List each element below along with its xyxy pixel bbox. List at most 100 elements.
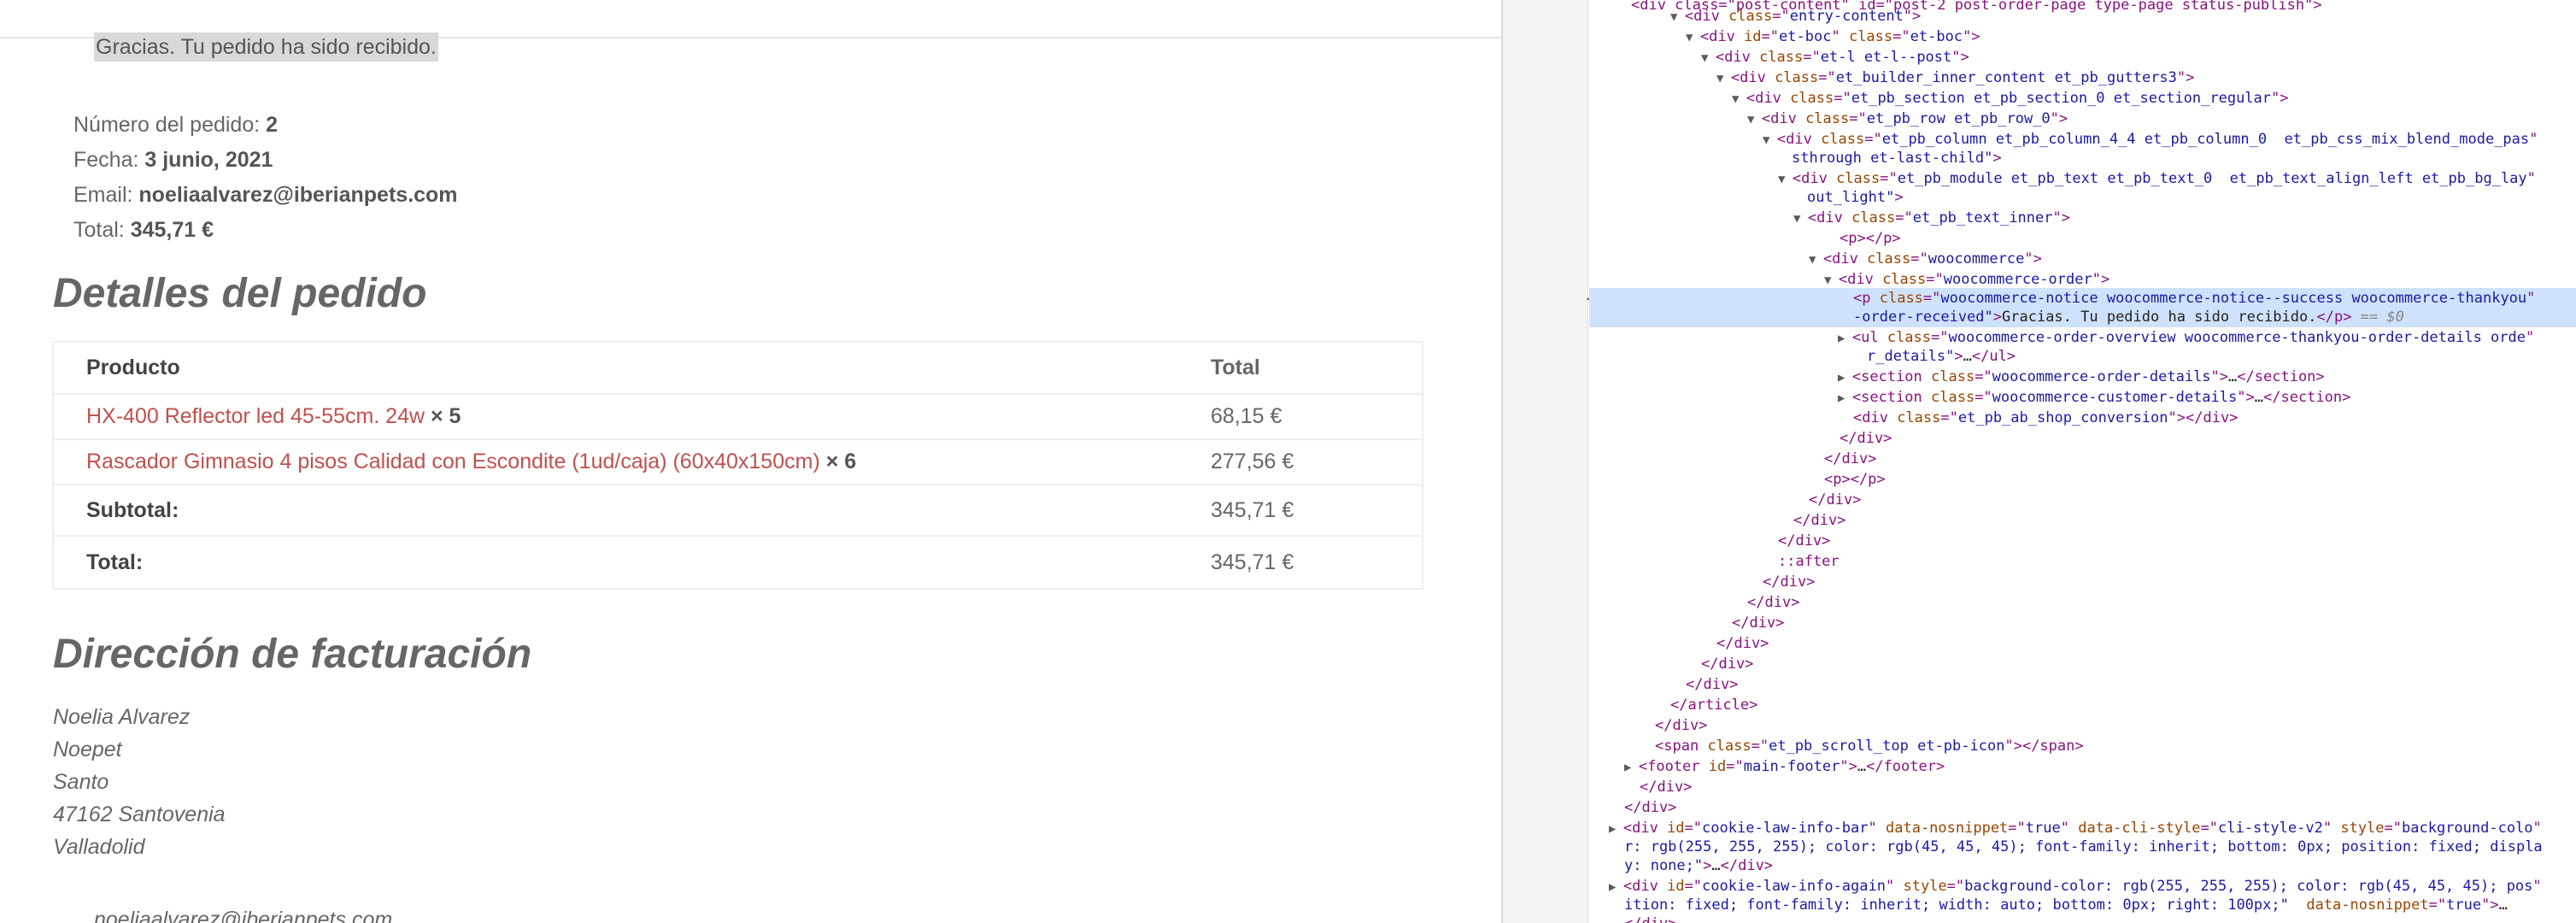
attr-quote: " [2271, 90, 2280, 107]
product-link[interactable]: Rascador Gimnasio 4 pisos Calidad con Es… [86, 450, 820, 473]
selected-dom-node[interactable]: -order-received">Gracias. Tu pedido ha s… [1589, 307, 2576, 327]
collapse-triangle-icon[interactable]: ▼ [1716, 72, 1731, 85]
dom-node-line[interactable]: ▼ <div class="et_builder_inner_content e… [1716, 68, 2194, 88]
expand-triangle-icon[interactable]: ▶ [1838, 391, 1852, 405]
dom-node-line[interactable]: </div> [1640, 777, 1692, 797]
selected-node-marker: == $0 [2351, 309, 2404, 326]
expand-triangle-icon[interactable]: ▶ [1624, 761, 1639, 774]
dom-tag: </div> [1686, 676, 1739, 693]
attr-name: class [1707, 738, 1752, 755]
attr-equals: =" [1864, 131, 1882, 148]
tag-open: <div [1730, 69, 1766, 86]
expand-triangle-icon[interactable]: ▶ [1838, 371, 1852, 385]
dom-node-line[interactable]: </div> [1655, 715, 1707, 736]
attr-name: class [1851, 209, 1896, 226]
selected-dom-node[interactable]: <p class="woocommerce-notice woocommerce… [1589, 288, 2576, 309]
dom-node-line[interactable]: ▼ <div id="et-boc" class="et-boc"> [1686, 26, 1980, 47]
attr-value: woocommerce [1928, 250, 2025, 267]
attr-value-cont: y: none;" [1624, 857, 1704, 874]
dom-node-line[interactable]: <p></p> [1840, 228, 1901, 249]
collapse-triangle-icon[interactable]: ▼ [1809, 253, 1823, 267]
expand-triangle-icon[interactable]: ▶ [1838, 332, 1852, 345]
dom-node-line[interactable]: ▼ <div class="et_pb_row et_pb_row_0"> [1747, 109, 2068, 129]
attr-value: entry-content [1789, 8, 1904, 25]
attr-name: class [1805, 110, 1850, 127]
attr-equals: =" [1726, 758, 1744, 775]
product-link[interactable]: HX-400 Reflector led 45-55cm. 24w [86, 404, 425, 428]
collapse-triangle-icon[interactable]: ▼ [1732, 92, 1746, 106]
attr-value: woocommerce-notice woocommerce-notice--s… [1940, 290, 2527, 307]
attr-value-cont: out_light" [1807, 189, 1895, 206]
collapse-triangle-icon[interactable]: ▼ [1670, 10, 1685, 24]
dom-node-line[interactable]: r: rgb(255, 255, 255); color: rgb(45, 45… [1624, 837, 2543, 857]
collapse-triangle-icon[interactable]: ▼ [1793, 212, 1808, 226]
dom-node-line[interactable]: ▶ <footer id="main-footer">…</footer> [1624, 756, 1945, 777]
dom-node-line[interactable]: </article> [1670, 695, 1757, 715]
expand-triangle-icon[interactable]: ▶ [1609, 822, 1623, 836]
collapse-triangle-icon[interactable]: ▼ [1701, 51, 1716, 65]
node-text: … [2254, 389, 2263, 406]
dom-node-line[interactable]: </div> [1840, 428, 1892, 449]
dom-node-line[interactable]: </div> [1701, 654, 1753, 674]
dom-node-line[interactable]: ition: fixed; font-family: inherit; widt… [1624, 895, 2508, 915]
dom-node-line[interactable]: </div> [1624, 914, 1676, 923]
dom-node-line[interactable]: ::after [1778, 551, 1840, 572]
dom-node-line[interactable]: ▼ <div class="et-l et-l--post"> [1701, 47, 1969, 68]
attr-quote: " [2052, 209, 2062, 226]
expand-triangle-icon[interactable]: ▶ [1609, 880, 1623, 894]
attr-quote: " [2024, 250, 2033, 267]
dom-node-line[interactable]: <div class="et_pb_ab_shop_conversion"></… [1853, 408, 2238, 428]
dom-node-line[interactable]: ▼ <div class="woocommerce-order"> [1824, 269, 2110, 290]
summary-row: Subtotal: 345,71 € [54, 485, 1422, 537]
dom-node-line[interactable]: ▶ <section class="woocommerce-customer-d… [1838, 387, 2350, 408]
dom-node-line[interactable]: ▶ <section class="woocommerce-order-deta… [1838, 367, 2325, 387]
dom-node-line[interactable]: ▶ <ul class="woocommerce-order-overview … [1838, 327, 2534, 348]
dom-node-line[interactable]: sthrough et-last-child"> [1792, 148, 2002, 168]
dom-node-line[interactable]: ▼ <div class="entry-content"> [1670, 6, 1921, 26]
dom-node-line[interactable]: ▶ <div id="cookie-law-info-again" style=… [1609, 876, 2542, 897]
dom-node-line[interactable]: </div> [1686, 674, 1738, 695]
dom-node-line[interactable]: </div> [1824, 449, 1876, 469]
tag-close: > [2280, 90, 2289, 107]
collapse-triangle-icon[interactable]: ▼ [1763, 133, 1777, 147]
dom-node-line[interactable]: </div> [1763, 572, 1815, 592]
collapse-triangle-icon[interactable]: ▼ [1824, 273, 1839, 287]
collapse-triangle-icon[interactable]: ▼ [1747, 113, 1762, 126]
dom-node-line[interactable]: <p></p> [1824, 469, 1886, 490]
billing-line: Noelia Alvarez [53, 705, 191, 729]
dom-node-line[interactable]: </div> [1747, 592, 1799, 613]
dom-node-line[interactable]: out_light"> [1807, 187, 1904, 208]
collapse-triangle-icon[interactable]: ▼ [1686, 31, 1700, 44]
dom-node-line[interactable]: r_details">…</ul> [1867, 346, 2016, 367]
tag-end: </p> [2316, 309, 2352, 326]
dom-node-line[interactable]: ▼ <div class="woocommerce"> [1809, 249, 2042, 269]
dom-node-line[interactable]: ▼ <div class="et_pb_section et_pb_sectio… [1732, 88, 2289, 109]
attr-value: et_builder_inner_content et_pb_gutters3 [1835, 69, 2177, 86]
attr-equals: =" [2428, 897, 2447, 914]
attr-space [2069, 820, 2078, 837]
dom-node-line[interactable]: ▼ <div class="et_pb_text_inner"> [1793, 208, 2070, 228]
collapse-triangle-icon[interactable]: ▼ [1778, 173, 1793, 186]
tag-close: > [2186, 69, 2195, 86]
dom-node-line[interactable]: ▼ <div class="et_pb_column et_pb_column_… [1763, 129, 2538, 150]
attr-value-cont: r: rgb(255, 255, 255); color: rgb(45, 45… [1624, 838, 2543, 855]
dom-node-line[interactable]: ▶ <div id="cookie-law-info-bar" data-nos… [1609, 818, 2542, 838]
dom-node-line[interactable]: </div> [1809, 490, 1861, 510]
dom-node-line[interactable]: </div> [1793, 510, 1845, 531]
overview-label: Fecha: [73, 148, 145, 172]
attr-space [1894, 878, 1903, 895]
tag-open: <footer [1638, 758, 1700, 775]
dom-node-line[interactable]: y: none;">…</div> [1624, 855, 1773, 876]
dom-node-line[interactable]: </div> [1732, 613, 1784, 633]
dom-node-line[interactable]: ▼ <div class="et_pb_module et_pb_text et… [1778, 168, 2536, 189]
attr-quote: " [2322, 820, 2332, 837]
attr-name: class [1931, 389, 1975, 406]
overview-row: Fecha: 3 junio, 2021 [73, 143, 458, 178]
dom-node-line[interactable]: </div> [1778, 531, 1830, 551]
attr-value: et_pb_text_inner [1912, 209, 2053, 226]
dom-node-line[interactable]: </div> [1624, 797, 1676, 818]
dom-node-line[interactable]: </div> [1716, 633, 1769, 654]
tag-close: > [2058, 110, 2068, 127]
dom-node-line[interactable]: <span class="et_pb_scroll_top et-pb-icon… [1655, 736, 2084, 756]
attr-quote: " [2526, 170, 2536, 187]
